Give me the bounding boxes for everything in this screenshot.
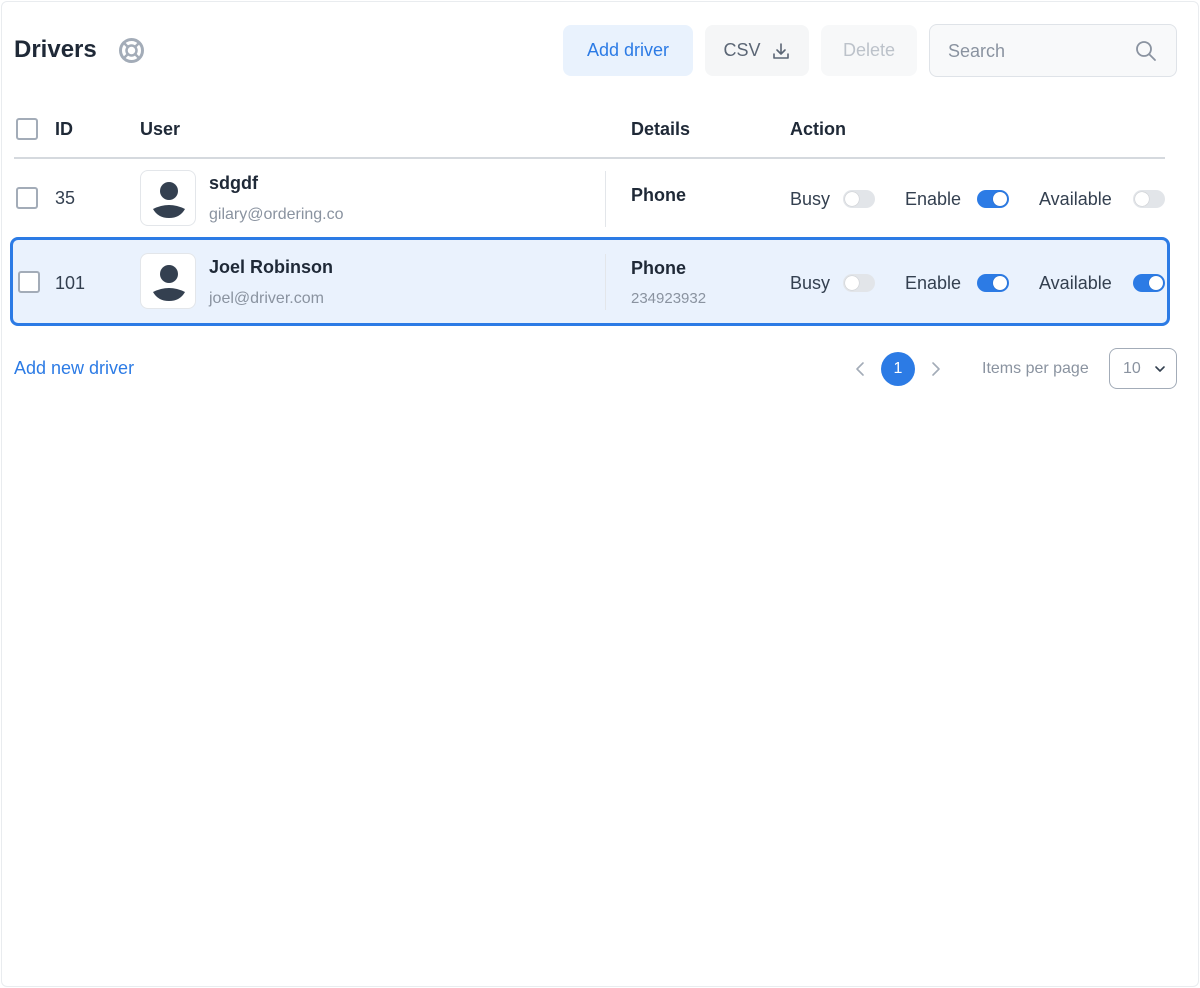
- column-divider: [605, 254, 606, 310]
- items-per-page-label: Items per page: [982, 360, 1089, 377]
- driver-id: 101: [55, 273, 86, 293]
- chevron-down-icon: [1155, 366, 1165, 372]
- row-checkbox[interactable]: [18, 271, 40, 293]
- column-divider: [605, 171, 606, 227]
- available-label: Available: [1039, 189, 1112, 209]
- driver-id: 35: [55, 188, 76, 208]
- busy-label: Busy: [790, 273, 831, 293]
- items-per-page-select[interactable]: 10: [1109, 348, 1177, 389]
- driver-email: gilary@ordering.co: [209, 206, 344, 223]
- avatar: [140, 253, 196, 309]
- details-label: Phone: [631, 185, 687, 205]
- table-row[interactable]: 101 Joel Robinson joel@driver.com Phone …: [10, 237, 1170, 326]
- add-driver-button[interactable]: Add driver: [563, 25, 693, 76]
- download-icon: [772, 42, 789, 59]
- avatar-icon: [153, 265, 185, 301]
- csv-export-button[interactable]: CSV: [705, 25, 809, 76]
- enable-toggle[interactable]: [977, 274, 1009, 292]
- driver-email: joel@driver.com: [209, 290, 324, 307]
- help-icon[interactable]: [118, 37, 145, 64]
- details-value: 234923932: [631, 290, 707, 307]
- enable-label: Enable: [905, 273, 962, 293]
- header-divider: [14, 157, 1165, 159]
- add-new-driver-link[interactable]: Add new driver: [14, 358, 134, 379]
- driver-name: sdgdf: [209, 173, 258, 193]
- search-box: [929, 24, 1177, 77]
- page-title: Drivers: [14, 36, 97, 63]
- busy-label: Busy: [790, 189, 831, 209]
- details-label: Phone: [631, 258, 687, 278]
- column-header-details: Details: [631, 119, 691, 139]
- column-header-user: User: [140, 119, 181, 139]
- add-driver-label: Add driver: [586, 40, 670, 60]
- delete-button[interactable]: Delete: [821, 25, 917, 76]
- items-per-page-value: 10: [1123, 360, 1141, 377]
- busy-toggle[interactable]: [843, 274, 875, 292]
- driver-name: Joel Robinson: [209, 257, 334, 277]
- drivers-panel: Drivers Add driver CSV Delete ID User De…: [1, 1, 1199, 987]
- column-header-id: ID: [55, 119, 73, 139]
- available-toggle[interactable]: [1133, 190, 1165, 208]
- enable-toggle[interactable]: [977, 190, 1009, 208]
- chevron-right-icon[interactable]: [926, 359, 946, 379]
- page-number-current[interactable]: 1: [881, 352, 915, 386]
- search-input[interactable]: [948, 39, 1128, 63]
- row-checkbox[interactable]: [16, 187, 38, 209]
- chevron-left-icon[interactable]: [850, 359, 870, 379]
- avatar: [140, 170, 196, 226]
- available-toggle[interactable]: [1133, 274, 1165, 292]
- enable-label: Enable: [905, 189, 962, 209]
- busy-toggle[interactable]: [843, 190, 875, 208]
- avatar-icon: [153, 182, 185, 218]
- available-label: Available: [1039, 273, 1112, 293]
- csv-label: CSV: [723, 40, 761, 60]
- delete-label: Delete: [842, 40, 896, 60]
- select-all-checkbox[interactable]: [16, 118, 38, 140]
- search-icon[interactable]: [1134, 39, 1158, 63]
- table-row[interactable]: 35 sdgdf gilary@ordering.co Phone Busy E…: [10, 162, 1170, 235]
- column-header-action: Action: [790, 119, 846, 139]
